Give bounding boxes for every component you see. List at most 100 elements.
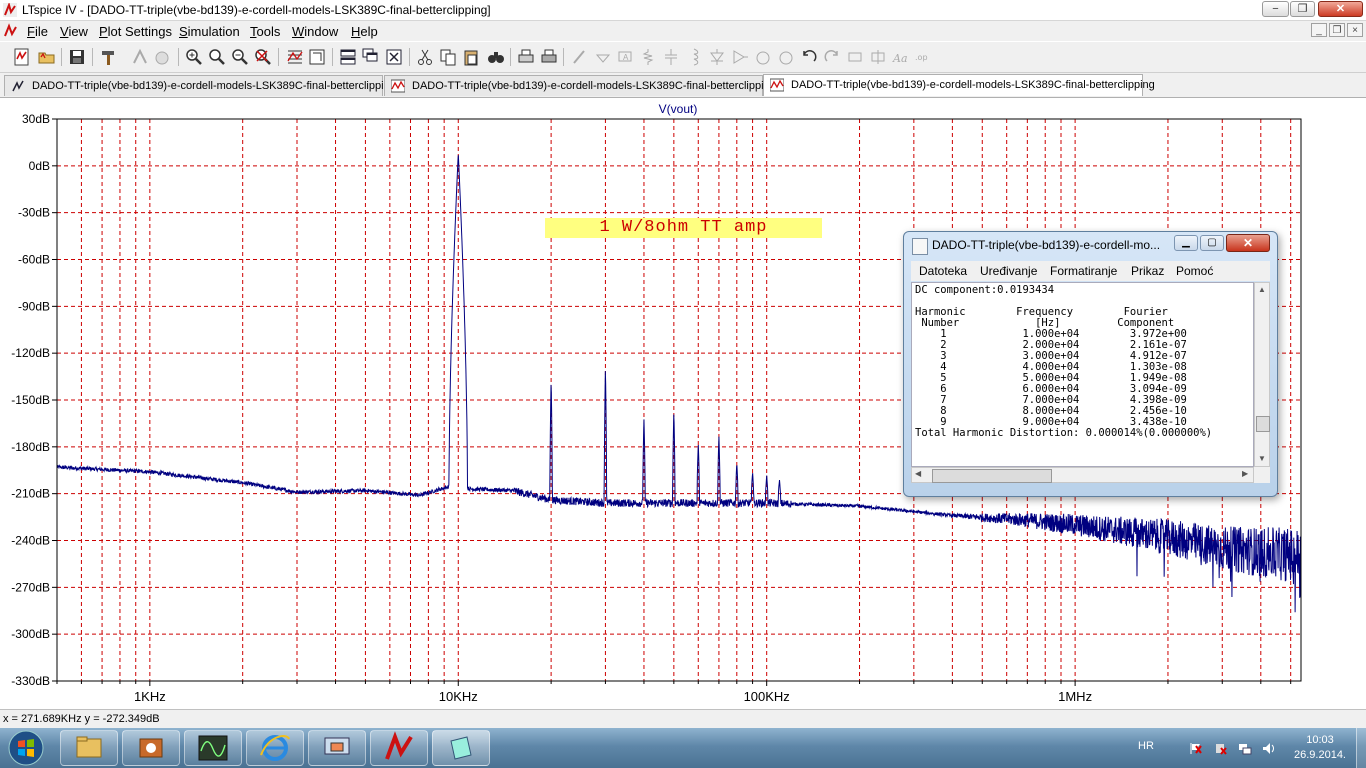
menu-window[interactable]: Window xyxy=(292,24,338,39)
taskbar-internet-explorer[interactable] xyxy=(246,730,304,766)
action-center-flag-icon[interactable] xyxy=(1189,742,1203,755)
y-tick-label: -90dB xyxy=(18,299,50,313)
menu-help[interactable]: Help xyxy=(351,24,378,39)
tile-horizontal-icon[interactable] xyxy=(338,47,358,67)
notepad-menu-format[interactable]: Formatiranje xyxy=(1050,264,1117,278)
menu-bar: File View Plot Settings Simulation Tools… xyxy=(0,21,1366,41)
menu-file[interactable]: File xyxy=(27,24,48,39)
notepad-minimize-button[interactable]: ▁ xyxy=(1174,235,1198,251)
y-tick-label: -270dB xyxy=(11,580,50,594)
undo-icon[interactable] xyxy=(799,47,819,67)
scroll-left-arrow-icon[interactable]: ◀ xyxy=(915,469,921,478)
hscroll-thumb[interactable] xyxy=(932,469,1052,483)
tab-schematic[interactable]: DADO-TT-triple(vbe-bd139)-e-cordell-mode… xyxy=(4,75,396,96)
diode-icon[interactable] xyxy=(707,47,727,67)
zoom-area-icon[interactable] xyxy=(207,47,227,67)
mdi-close-button[interactable]: × xyxy=(1347,23,1363,37)
move-hand-icon[interactable] xyxy=(753,47,773,67)
show-desktop-button[interactable] xyxy=(1356,728,1366,768)
notepad-vertical-scrollbar[interactable]: ▲ ▼ xyxy=(1254,282,1270,467)
manual-limits-icon[interactable] xyxy=(307,47,327,67)
print-icon[interactable] xyxy=(539,47,559,67)
volume-speaker-icon[interactable] xyxy=(1262,742,1276,755)
inductor-icon[interactable] xyxy=(684,47,704,67)
capacitor-icon[interactable] xyxy=(661,47,681,67)
menu-tools[interactable]: Tools xyxy=(250,24,280,39)
notepad-taskbar-icon xyxy=(450,736,472,760)
save-icon[interactable] xyxy=(67,47,87,67)
y-tick-label: -150dB xyxy=(11,393,50,407)
menu-simulation[interactable]: Simulation xyxy=(179,24,240,39)
notepad-menu-view[interactable]: Prikaz xyxy=(1131,264,1164,278)
usb-device-icon[interactable] xyxy=(1213,742,1227,755)
y-tick-label: 30dB xyxy=(22,112,50,126)
scroll-up-arrow-icon[interactable]: ▲ xyxy=(1258,285,1266,294)
start-button-windows-icon[interactable] xyxy=(6,729,46,767)
network-icon[interactable] xyxy=(1238,742,1252,755)
taskbar-explorer[interactable] xyxy=(60,730,118,766)
menu-view[interactable]: View xyxy=(60,24,88,39)
notepad-close-button[interactable]: ✕ xyxy=(1226,234,1270,252)
rotate-icon[interactable] xyxy=(845,47,865,67)
find-icon[interactable] xyxy=(486,47,506,67)
run-icon[interactable] xyxy=(130,47,150,67)
wire-pencil-icon[interactable] xyxy=(570,47,590,67)
mirror-icon[interactable] xyxy=(868,47,888,67)
zoom-out-icon[interactable] xyxy=(230,47,250,67)
language-indicator[interactable]: HR xyxy=(1138,740,1154,752)
text-icon[interactable]: Aa xyxy=(891,47,911,67)
tab-waveform-1[interactable]: DADO-TT-triple(vbe-bd139)-e-cordell-mode… xyxy=(384,75,776,96)
taskbar-installer[interactable] xyxy=(122,730,180,766)
scroll-down-arrow-icon[interactable]: ▼ xyxy=(1258,454,1266,463)
x-tick-label: 100KHz xyxy=(744,689,790,704)
cut-scissors-icon[interactable] xyxy=(415,47,435,67)
zoom-fit-icon[interactable] xyxy=(253,47,273,67)
drag-hand-icon[interactable] xyxy=(776,47,796,67)
open-folder-icon[interactable] xyxy=(37,47,57,67)
redo-icon[interactable] xyxy=(822,47,842,67)
window-titlebar: LTspice IV - [DADO-TT-triple(vbe-bd139)-… xyxy=(0,0,1366,21)
trace-name-label[interactable]: V(vout) xyxy=(659,102,698,116)
mdi-restore-button[interactable]: ❐ xyxy=(1329,23,1345,37)
taskbar-notepad[interactable] xyxy=(432,730,490,766)
copy-icon[interactable] xyxy=(438,47,458,67)
scroll-right-arrow-icon[interactable]: ▶ xyxy=(1242,469,1248,478)
scroll-thumb[interactable] xyxy=(1256,416,1270,432)
label-net-icon[interactable]: A xyxy=(615,47,635,67)
ground-icon[interactable] xyxy=(593,47,613,67)
paste-icon[interactable] xyxy=(461,47,481,67)
zoom-in-icon[interactable] xyxy=(184,47,204,67)
cascade-icon[interactable] xyxy=(361,47,381,67)
autorange-icon[interactable] xyxy=(285,47,305,67)
notepad-menu-help[interactable]: Pomoć xyxy=(1176,264,1213,278)
document-system-icon[interactable] xyxy=(3,23,19,39)
notepad-menu-file[interactable]: Datoteka xyxy=(919,264,967,278)
svg-text:Aa: Aa xyxy=(892,52,908,65)
close-all-icon[interactable] xyxy=(384,47,404,67)
halt-hand-icon[interactable] xyxy=(152,47,172,67)
spice-directive-icon[interactable]: .op xyxy=(914,47,934,67)
taskbar-ltspice[interactable] xyxy=(370,730,428,766)
plot-annotation[interactable]: 1 W/8ohm TT amp xyxy=(545,218,822,238)
notepad-text-area[interactable]: DC component:0.0193434 Harmonic Frequenc… xyxy=(911,282,1254,467)
minimize-button[interactable]: − xyxy=(1262,1,1289,17)
new-schematic-icon[interactable] xyxy=(12,47,32,67)
resize-grip[interactable] xyxy=(1254,467,1270,483)
resistor-icon[interactable] xyxy=(638,47,658,67)
control-panel-hammer-icon[interactable] xyxy=(99,47,119,67)
notepad-menu-edit[interactable]: Uređivanje xyxy=(980,264,1037,278)
notepad-maximize-button[interactable]: ▢ xyxy=(1200,235,1224,251)
taskbar-remote-desktop[interactable] xyxy=(308,730,366,766)
menu-plot-settings[interactable]: Plot Settings xyxy=(99,24,172,39)
close-button[interactable]: ✕ xyxy=(1318,1,1363,17)
notepad-horizontal-scrollbar[interactable]: ◀ ▶ xyxy=(911,467,1254,483)
tab-waveform-active[interactable]: DADO-TT-triple(vbe-bd139)-e-cordell-mode… xyxy=(763,74,1155,96)
component-icon[interactable] xyxy=(730,47,750,67)
restore-button[interactable]: ❐ xyxy=(1290,1,1315,17)
print-setup-icon[interactable] xyxy=(516,47,536,67)
mdi-minimize-button[interactable]: _ xyxy=(1311,23,1327,37)
notepad-window[interactable]: DADO-TT-triple(vbe-bd139)-e-cordell-mo..… xyxy=(903,231,1278,497)
y-tick-label: -210dB xyxy=(11,487,50,501)
taskbar-oscilloscope[interactable] xyxy=(184,730,242,766)
taskbar-clock[interactable]: 10:03 26.9.2014. xyxy=(1292,733,1348,763)
